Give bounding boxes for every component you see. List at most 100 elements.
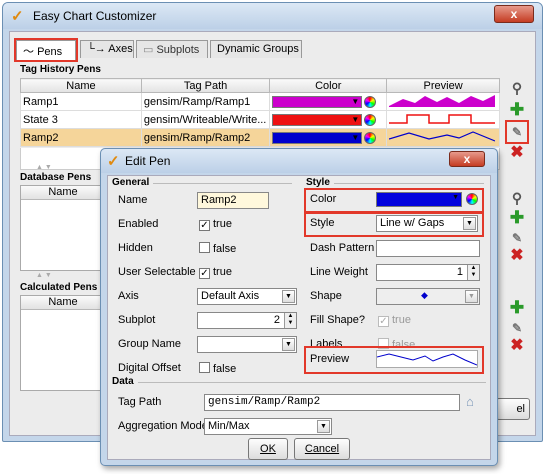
checkbox-box[interactable]: ✓ [199,220,210,231]
line-chart-icon: 〜 [23,46,34,58]
checkbox-text: false [213,243,237,255]
color-swatch[interactable]: ▼ [376,192,462,207]
spinner-arrows-icon[interactable]: ▲ ▼ [467,265,479,280]
edit-icon[interactable]: ✎ [505,120,529,144]
shape-select[interactable]: ◆ ▼ [376,288,480,305]
checkbox-box[interactable]: ✓ [199,268,210,279]
chevron-down-icon[interactable]: ▼ [452,194,459,201]
aggregation-mode-value: Min/Max [208,420,250,432]
chevron-down-icon[interactable]: ▼ [282,338,295,351]
fill-shape-checkbox[interactable]: ✓ true [378,314,411,327]
user-selectable-label: User Selectable [118,266,196,278]
cancel-button-partial[interactable]: el [496,398,530,420]
search-icon[interactable]: ⚲ [509,190,525,206]
spinner-arrows-icon[interactable]: ▲ ▼ [284,313,296,328]
pen-preview-sparkline [389,114,496,124]
column-header-name[interactable]: Name [20,78,142,93]
color-swatch[interactable]: ▼ [272,131,363,144]
chevron-down-icon[interactable]: ▼ [465,290,478,303]
digital-offset-label: Digital Offset [118,362,181,374]
pen-preview-sparkline [388,131,496,142]
resize-handle-icon[interactable]: ▲ ▼ [36,164,52,171]
row-name: State 3 [20,110,142,129]
window-titlebar: ✓ Easy Chart Customizer x [3,3,542,29]
preview-box [376,350,478,368]
data-group-header: Data [112,376,138,387]
table-row[interactable]: Ramp1 gensim/Ramp/Ramp1 ▼ [20,92,500,111]
dash-pattern-input[interactable] [376,240,480,257]
fill-shape-label: Fill Shape? [310,314,366,326]
style-label: Style [310,217,335,229]
dialog-title: Edit Pen [125,154,171,168]
add-icon[interactable]: ✚ [509,209,525,226]
table-row-selected[interactable]: Ramp2 gensim/Ramp/Ramp2 ▼ [20,128,500,147]
color-row: Color ▼ [304,188,484,213]
style-select-value: Line w/ Gaps [380,217,445,229]
dialog-close-button[interactable]: x [449,151,485,167]
color-swatch[interactable]: ▼ [272,95,363,108]
edit-icon[interactable]: ✎ [509,230,525,246]
digital-offset-checkbox[interactable]: false [199,362,236,375]
window-close-button[interactable]: x [494,5,534,23]
checkbox-box[interactable] [199,242,210,253]
color-wheel-icon[interactable] [364,131,377,144]
color-wheel-icon[interactable] [466,193,478,205]
style-group-header: Style [306,177,334,188]
checkbox-text: true [213,218,232,230]
delete-icon[interactable]: ✖ [509,338,525,354]
subplot-spinner[interactable]: 2 ▲ ▼ [197,312,297,329]
add-icon[interactable]: ✚ [509,101,525,118]
ok-button[interactable]: OK [248,438,288,460]
tab-dynamic-groups[interactable]: Dynamic Groups [210,40,302,58]
row-preview [386,110,500,129]
table-row[interactable]: State 3 gensim/Writeable/Write... ▼ [20,110,500,129]
color-swatch[interactable]: ▼ [272,113,363,126]
tag-path-input[interactable]: gensim/Ramp/Ramp2 [204,394,460,411]
axis-select[interactable]: Default Axis ▼ [197,288,297,305]
add-icon[interactable]: ✚ [509,299,525,316]
style-select[interactable]: Line w/ Gaps ▼ [376,215,478,232]
column-header-tag-path[interactable]: Tag Path [140,78,271,93]
line-preview-graphic [376,353,478,366]
tag-browse-icon[interactable]: ⌂ [466,394,474,409]
delete-icon[interactable]: ✖ [509,248,525,264]
name-input[interactable]: Ramp2 [197,192,269,209]
row-tag-path: gensim/Ramp/Ramp2 [140,128,271,147]
search-icon[interactable]: ⚲ [509,80,525,96]
checkbox-box[interactable]: ✓ [378,316,389,327]
edit-icon[interactable]: ✎ [509,320,525,336]
axes-icon: └→ [87,43,106,55]
column-header-name[interactable]: Name [21,186,105,200]
row-name: Ramp1 [20,92,142,111]
delete-icon[interactable]: ✖ [509,145,525,161]
color-wheel-icon[interactable] [364,113,377,126]
checkbox-box[interactable] [199,362,210,373]
tab-dynamic-groups-label: Dynamic Groups [217,43,299,55]
tab-axes[interactable]: └→ Axes [80,40,134,58]
line-weight-spinner[interactable]: 1 ▲ ▼ [376,264,480,281]
chevron-down-icon[interactable]: ▼ [317,420,330,433]
preview-row: Preview [304,346,484,374]
enabled-checkbox[interactable]: ✓ true [199,218,232,231]
window-title: Easy Chart Customizer [33,9,157,23]
hidden-label: Hidden [118,242,153,254]
hidden-checkbox[interactable]: false [199,242,236,255]
user-selectable-checkbox[interactable]: ✓ true [199,266,232,279]
tab-subplots[interactable]: ▭ Subplots [136,40,208,58]
resize-handle-icon[interactable]: ▲ ▼ [36,272,52,279]
column-header-name[interactable]: Name [21,296,105,310]
row-color-cell[interactable]: ▼ [269,128,388,147]
aggregation-mode-select[interactable]: Min/Max ▼ [204,418,332,435]
color-wheel-icon[interactable] [364,95,377,108]
tab-subplots-label: Subplots [156,44,200,56]
row-color-cell[interactable]: ▼ [269,92,388,111]
tab-pens[interactable]: 〜 Pens [14,38,78,62]
group-name-select[interactable]: ▼ [197,336,297,353]
column-header-preview[interactable]: Preview [386,78,500,93]
chevron-down-icon[interactable]: ▼ [463,217,476,230]
column-header-color[interactable]: Color [269,78,388,93]
line-weight-value: 1 [456,266,463,278]
row-color-cell[interactable]: ▼ [269,110,388,129]
cancel-button[interactable]: Cancel [294,438,350,460]
chevron-down-icon[interactable]: ▼ [282,290,295,303]
